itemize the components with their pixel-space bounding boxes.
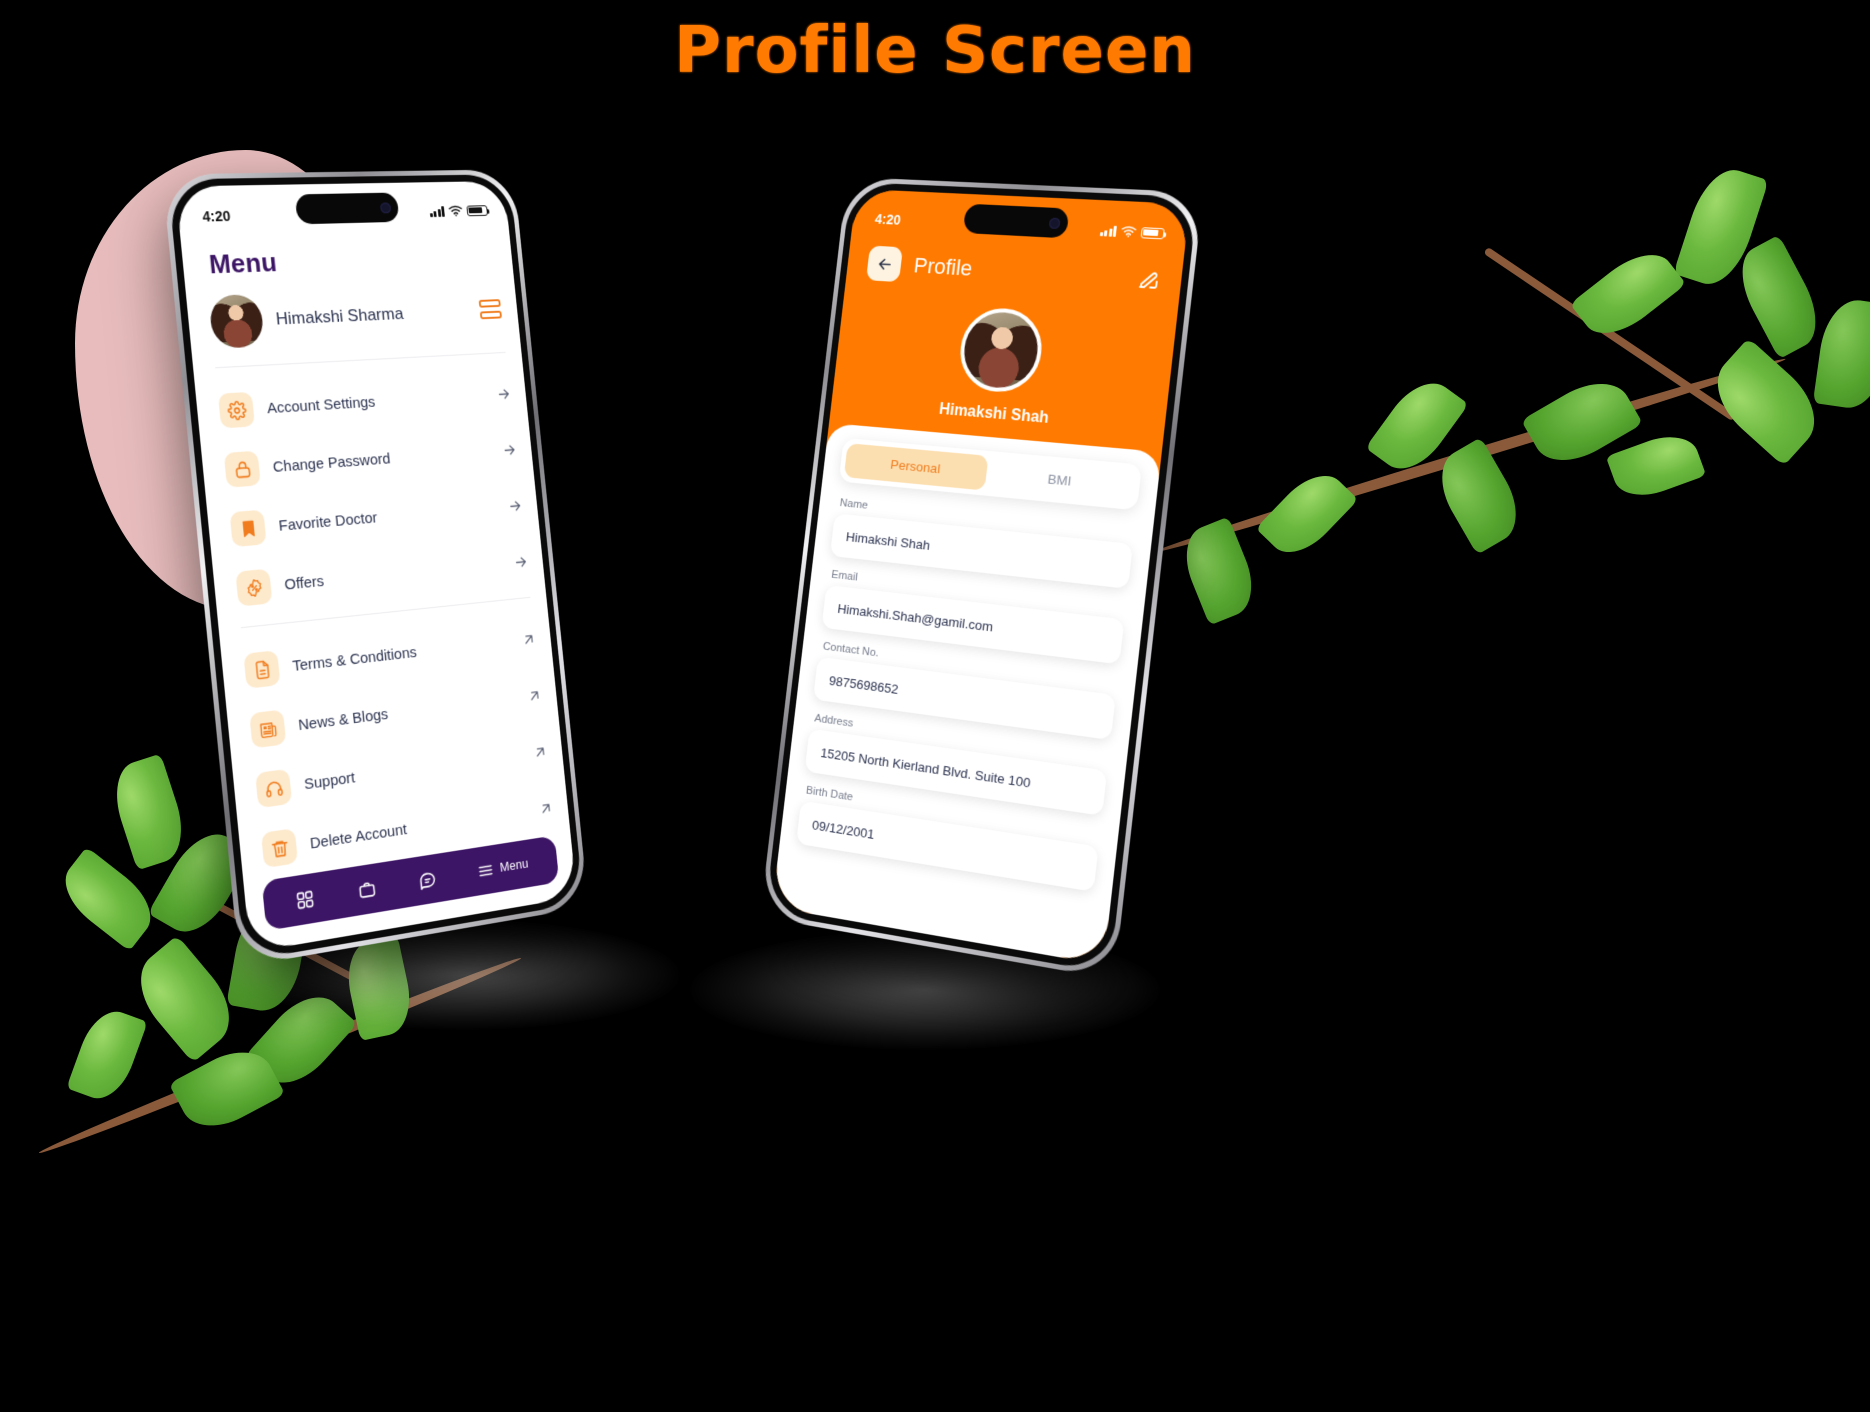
profile-summary-row[interactable]: Himakshi Sharma [208,285,503,349]
tab-chat[interactable] [417,869,437,891]
dynamic-island [294,192,400,225]
front-camera [1048,217,1061,229]
document-icon [243,650,281,689]
front-camera [379,201,392,213]
arrow-right-icon [507,497,524,515]
dynamic-island [962,203,1070,239]
cellular-bars-icon [429,205,445,217]
tab-appointments[interactable] [357,878,377,900]
menu-item-label: Account Settings [266,393,376,417]
back-button[interactable] [865,245,904,283]
wifi-icon [448,205,463,217]
tab-bmi[interactable]: BMI [984,456,1136,505]
arrow-right-icon [495,385,512,402]
page-title-profile: Profile [912,252,974,281]
tab-menu-label: Menu [499,856,529,875]
edit-profile-button[interactable] [1136,266,1163,292]
menu-item-label: Offers [283,572,325,594]
menu-group-secondary: Terms & Conditions News & Blogs Support … [242,610,556,880]
branch-decoration-right [1130,150,1870,710]
menu-item-label: Favorite Doctor [277,508,378,535]
divider-top [215,351,506,369]
trash-icon [260,828,299,869]
page-title: Profile Screen [674,14,1196,88]
profile-tabs: Personal BMI [838,437,1143,511]
phone-bezel: 4:20 Menu Himakshi Sharma Account Settin… [167,174,584,962]
chat-icon [417,869,437,891]
page-heading-menu: Menu [207,246,279,280]
arrow-left-icon [875,254,895,273]
tab-dashboard[interactable] [295,888,316,911]
edit-pencil-icon [1136,266,1163,292]
arrow-right-icon [513,553,530,571]
newspaper-icon [249,709,287,749]
menu-item-label: Support [303,768,356,793]
profile-content-sheet: Personal BMI Name Himakshi Shah Email Hi… [772,422,1162,965]
profile-screen: 4:20 Profile Himakshi Shah Personal BMI … [772,188,1190,965]
arrow-up-right-icon [538,799,555,818]
menu-item-label: Terms & Conditions [291,643,418,675]
card-stack-icon[interactable] [478,299,503,321]
briefcase-icon [357,878,377,900]
phone-mockup-menu: 4:20 Menu Himakshi Sharma Account Settin… [162,169,589,968]
menu-item-label: News & Blogs [297,705,389,734]
status-icons [1099,224,1165,239]
hamburger-icon [476,859,495,881]
headphones-icon [255,768,293,809]
menu-item-label: Delete Account [309,820,408,853]
wifi-icon [1121,225,1137,238]
arrow-up-right-icon [520,630,537,648]
arrow-up-right-icon [532,742,549,761]
battery-icon [466,204,488,216]
screenshot-canvas: Profile Screen 4:20 Menu Himakshi Sharma… [0,0,1870,1412]
status-time: 4:20 [201,207,232,225]
phone-mockup-profile: 4:20 Profile Himakshi Shah Personal BMI … [759,176,1204,980]
profile-name: Himakshi Sharma [275,304,405,329]
status-time: 4:20 [874,210,902,228]
menu-item-label: Change Password [272,449,392,476]
menu-screen: 4:20 Menu Himakshi Sharma Account Settin… [175,180,577,953]
bookmark-icon [229,509,267,548]
battery-icon [1140,226,1165,239]
discount-badge-icon [235,568,273,607]
arrow-right-icon [501,441,518,459]
tab-menu[interactable]: Menu [476,854,529,881]
grid-icon [295,888,316,911]
phone-bezel: 4:20 Profile Himakshi Shah Personal BMI … [764,181,1198,974]
arrow-up-right-icon [526,686,543,704]
tab-personal[interactable]: Personal [843,443,989,491]
gear-icon [217,391,256,429]
menu-group-primary: Account Settings Change Password Favorit… [217,365,532,619]
avatar [208,293,265,349]
lock-icon [223,450,261,488]
status-icons [429,204,488,217]
cellular-bars-icon [1099,225,1117,237]
